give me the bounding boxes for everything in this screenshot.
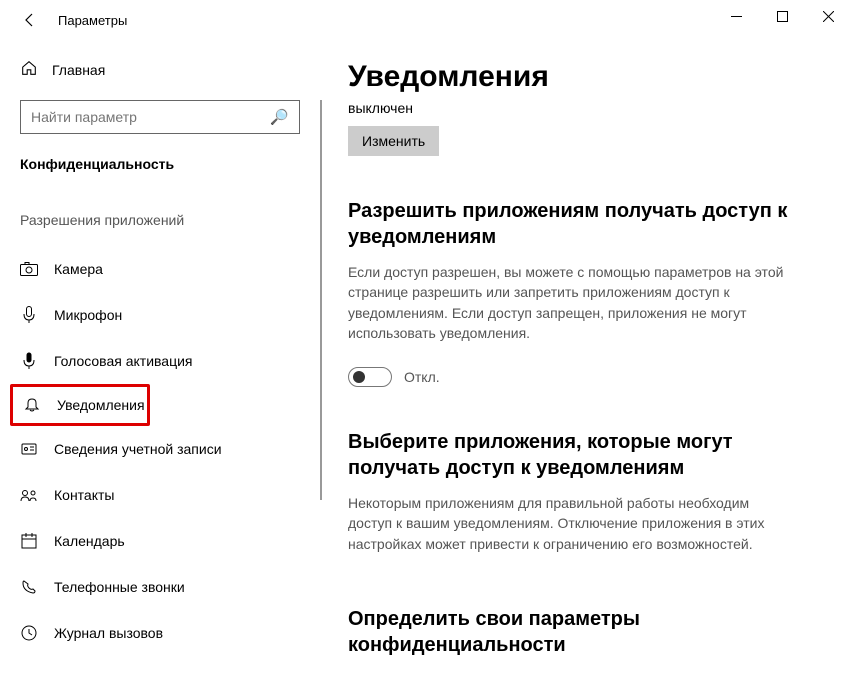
allow-apps-toggle[interactable] (348, 367, 392, 387)
maximize-button[interactable] (759, 0, 805, 32)
status-text: выключен (348, 100, 821, 116)
nav-label: Сведения учетной записи (54, 441, 222, 457)
window-title: Параметры (58, 13, 127, 28)
sidebar: Главная 🔍 Конфиденциальность Разрешения … (0, 40, 320, 681)
toggle-label: Откл. (404, 369, 440, 385)
nav-label: Контакты (54, 487, 114, 503)
scrollbar[interactable] (320, 100, 322, 500)
nav-label: Телефонные звонки (54, 579, 185, 595)
category-heading: Конфиденциальность (20, 156, 300, 172)
home-label: Главная (52, 62, 105, 78)
mic-icon (20, 306, 38, 324)
section-heading: Разрешить приложениям получать доступ к … (348, 198, 821, 250)
calendar-icon (20, 533, 38, 549)
section-choose-apps: Выберите приложения, которые могут получ… (348, 429, 821, 554)
sidebar-item-camera[interactable]: Камера (0, 246, 320, 292)
phone-icon (20, 579, 38, 595)
nav-label: Журнал вызовов (54, 625, 163, 641)
history-icon (20, 625, 38, 641)
nav-label: Камера (54, 261, 103, 277)
home-icon (20, 59, 38, 82)
sidebar-item-phone-calls[interactable]: Телефонные звонки (0, 564, 320, 610)
nav-label: Уведомления (57, 397, 145, 413)
section-body: Если доступ разрешен, вы можете с помощь… (348, 262, 788, 343)
close-button[interactable] (805, 0, 851, 32)
content-pane: Уведомления выключен Изменить Разрешить … (320, 40, 851, 681)
page-title: Уведомления (348, 60, 821, 94)
nav-label: Голосовая активация (54, 353, 193, 369)
voice-icon (20, 352, 38, 370)
section-heading: Выберите приложения, которые могут получ… (348, 429, 821, 481)
sidebar-item-call-history[interactable]: Журнал вызовов (0, 610, 320, 656)
search-icon: 🔍 (270, 108, 289, 126)
sidebar-item-contacts[interactable]: Контакты (0, 472, 320, 518)
search-field[interactable] (31, 109, 270, 125)
sidebar-item-calendar[interactable]: Календарь (0, 518, 320, 564)
back-button[interactable] (10, 0, 50, 40)
sidebar-item-microphone[interactable]: Микрофон (0, 292, 320, 338)
contacts-icon (20, 488, 38, 502)
bell-icon (23, 397, 41, 413)
home-nav[interactable]: Главная (20, 50, 300, 90)
sidebar-item-account-info[interactable]: Сведения учетной записи (0, 426, 320, 472)
section-body: Некоторым приложениям для правильной раб… (348, 493, 788, 554)
section-privacy-params: Определить свои параметры конфиденциальн… (348, 606, 821, 658)
nav-label: Микрофон (54, 307, 122, 323)
sidebar-item-notifications[interactable]: Уведомления (10, 384, 150, 426)
camera-icon (20, 262, 38, 276)
search-input[interactable]: 🔍 (20, 100, 300, 134)
section-allow-apps: Разрешить приложениям получать доступ к … (348, 198, 821, 387)
account-icon (20, 441, 38, 457)
sidebar-subhead: Разрешения приложений (20, 212, 300, 228)
section-heading: Определить свои параметры конфиденциальн… (348, 606, 821, 658)
nav-label: Календарь (54, 533, 125, 549)
minimize-button[interactable] (713, 0, 759, 32)
change-button[interactable]: Изменить (348, 126, 439, 156)
sidebar-item-voice-activation[interactable]: Голосовая активация (0, 338, 320, 384)
